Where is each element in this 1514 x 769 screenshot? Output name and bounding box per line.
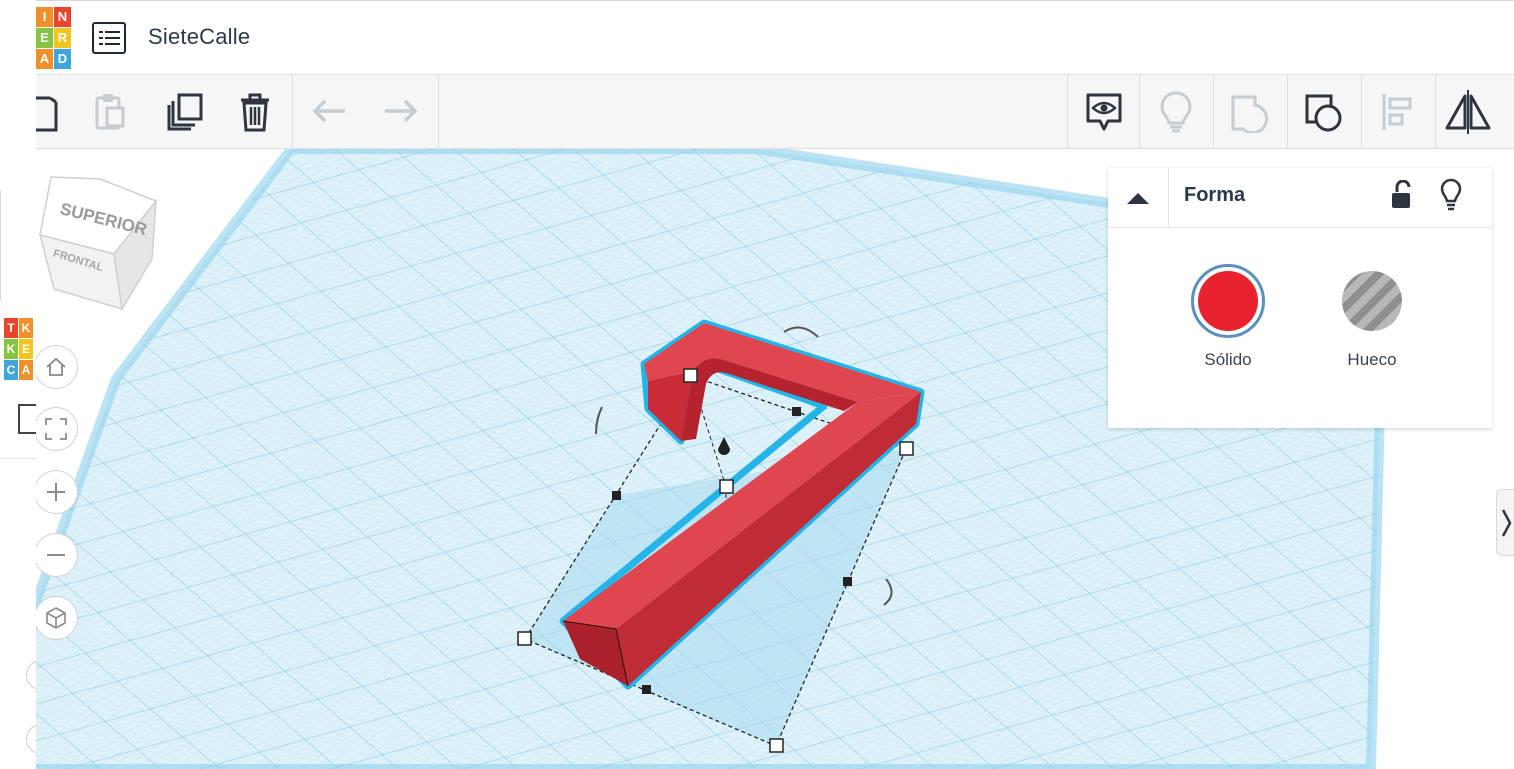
edit-toolbar xyxy=(36,75,1514,149)
logo-cell: A xyxy=(36,49,53,69)
chevron-right-icon xyxy=(1501,508,1511,537)
side-panel-toggle[interactable] xyxy=(1496,489,1514,556)
logo-cell: R xyxy=(54,28,71,48)
copy-button[interactable] xyxy=(36,75,74,148)
divider xyxy=(1067,75,1068,148)
align-icon xyxy=(1382,93,1412,130)
view-cube[interactable]: SUPERIOR FRONTAL xyxy=(36,149,166,319)
cube-icon xyxy=(46,607,66,629)
left-partial-strip: T K K E C A xyxy=(0,0,56,769)
mini-logo-cell: A xyxy=(19,360,33,380)
redo-icon xyxy=(385,99,418,122)
minus-icon xyxy=(47,554,65,556)
solid-label: Sólido xyxy=(1204,350,1252,369)
paste-icon xyxy=(95,93,125,129)
solid-swatch[interactable] xyxy=(1191,264,1265,338)
undo-button[interactable] xyxy=(306,75,354,148)
panel-title: Forma xyxy=(1184,184,1246,206)
duplicate-icon xyxy=(167,93,203,130)
lightbulb-icon[interactable] xyxy=(1440,178,1462,212)
logo-cell: E xyxy=(36,28,53,48)
panel-header: Forma xyxy=(1108,168,1492,228)
divider xyxy=(1213,75,1214,148)
tinkercad-logo[interactable]: I N E R A D xyxy=(36,7,72,69)
logo-cell: I xyxy=(36,7,53,27)
eye-comment-icon xyxy=(1086,93,1122,130)
mirror-button[interactable] xyxy=(1442,75,1494,148)
divider xyxy=(1139,75,1140,148)
group-icon xyxy=(1231,95,1269,133)
top-header: I N E R A D SieteCalle xyxy=(36,0,1514,75)
mini-logo-cell: C xyxy=(4,360,18,380)
fit-view-button[interactable] xyxy=(36,407,78,451)
divider xyxy=(1287,75,1288,148)
hole-label: Hueco xyxy=(1347,350,1397,369)
undo-icon xyxy=(312,99,345,122)
mini-logo-cell: E xyxy=(19,339,33,359)
align-button[interactable] xyxy=(1372,75,1424,148)
unlock-icon[interactable] xyxy=(1390,180,1412,210)
zoom-out-button[interactable] xyxy=(36,533,78,577)
copy-icon xyxy=(36,96,58,131)
zoom-in-button[interactable] xyxy=(36,470,78,514)
shape-inspector-panel: Forma Sólido Hueco xyxy=(1108,168,1492,428)
delete-button[interactable] xyxy=(232,75,278,148)
project-title[interactable]: SieteCalle xyxy=(148,24,250,50)
notes-button[interactable] xyxy=(1078,75,1130,148)
group-button[interactable] xyxy=(1224,75,1276,148)
lightbulb-icon xyxy=(1160,90,1192,132)
home-view-button[interactable] xyxy=(36,345,78,389)
hole-swatch[interactable] xyxy=(1335,264,1409,338)
strip-edge xyxy=(0,190,1,300)
redo-button[interactable] xyxy=(376,75,424,148)
hole-option[interactable]: Hueco xyxy=(1312,264,1432,370)
partial-panel-icon[interactable] xyxy=(18,404,36,434)
divider xyxy=(0,458,36,459)
show-all-button[interactable] xyxy=(1150,75,1202,148)
trash-icon xyxy=(241,93,269,131)
paste-button[interactable] xyxy=(86,75,134,148)
mini-logo-cell: K xyxy=(19,318,33,338)
collapse-panel-button[interactable] xyxy=(1108,168,1169,227)
project-list-icon[interactable] xyxy=(92,22,126,54)
duplicate-button[interactable] xyxy=(160,75,208,148)
mini-logo-cell: T xyxy=(4,318,18,338)
divider xyxy=(1435,75,1436,148)
chevron-up-icon xyxy=(1127,192,1149,204)
mini-logo: T K K E C A xyxy=(4,318,36,380)
ungroup-icon xyxy=(1305,94,1342,131)
solid-option[interactable]: Sólido xyxy=(1168,264,1288,370)
divider xyxy=(292,75,293,148)
ortho-view-button[interactable] xyxy=(36,596,78,640)
logo-cell: N xyxy=(54,7,71,27)
home-icon xyxy=(46,357,66,376)
divider xyxy=(1361,75,1362,148)
mirror-icon xyxy=(1445,89,1491,134)
logo-cell: D xyxy=(54,49,71,69)
plus-icon xyxy=(47,483,65,501)
fit-view-icon xyxy=(45,418,67,440)
ungroup-button[interactable] xyxy=(1298,75,1350,148)
mini-logo-cell: K xyxy=(4,339,18,359)
divider xyxy=(438,75,439,148)
